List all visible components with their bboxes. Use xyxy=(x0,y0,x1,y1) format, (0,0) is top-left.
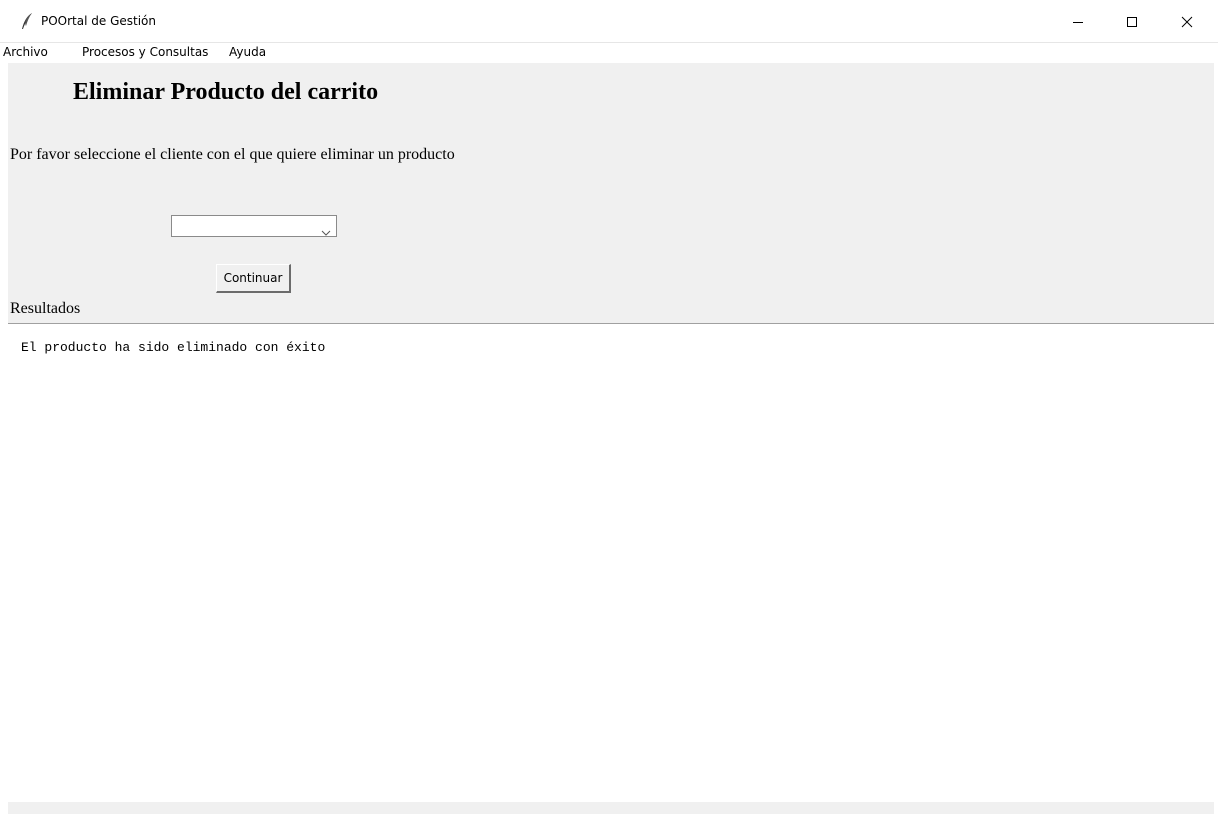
menu-item-archivo[interactable]: Archivo xyxy=(3,45,48,59)
results-text: El producto ha sido eliminado con éxito xyxy=(21,340,326,355)
title-bar[interactable]: POOrtal de Gestión xyxy=(0,0,1218,42)
bottom-edge xyxy=(8,802,1214,814)
close-icon xyxy=(1181,16,1193,28)
minimize-button[interactable] xyxy=(1055,0,1101,42)
results-textarea[interactable]: El producto ha sido eliminado con éxito xyxy=(8,323,1214,802)
maximize-icon xyxy=(1127,17,1137,27)
close-button[interactable] xyxy=(1164,0,1210,42)
menu-item-ayuda[interactable]: Ayuda xyxy=(229,45,266,59)
chevron-down-icon[interactable] xyxy=(321,223,331,241)
menu-bar: Archivo Procesos y Consultas Ayuda xyxy=(0,42,1218,63)
menu-item-procesos-y-consultas[interactable]: Procesos y Consultas xyxy=(82,45,208,59)
results-label: Resultados xyxy=(10,300,81,317)
window-title: POOrtal de Gestión xyxy=(41,14,157,28)
client-select[interactable] xyxy=(171,215,337,237)
app-window: POOrtal de Gestión Archivo Procesos y Co… xyxy=(0,0,1218,814)
continue-button[interactable]: Continuar xyxy=(216,264,291,293)
instruction-text: Por favor seleccione el cliente con el q… xyxy=(10,146,455,163)
maximize-button[interactable] xyxy=(1109,0,1155,42)
feather-icon xyxy=(21,13,33,30)
page-title: Eliminar Producto del carrito xyxy=(73,79,379,105)
minimize-icon xyxy=(1073,22,1083,23)
form-panel: Eliminar Producto del carrito Por favor … xyxy=(8,63,1214,323)
